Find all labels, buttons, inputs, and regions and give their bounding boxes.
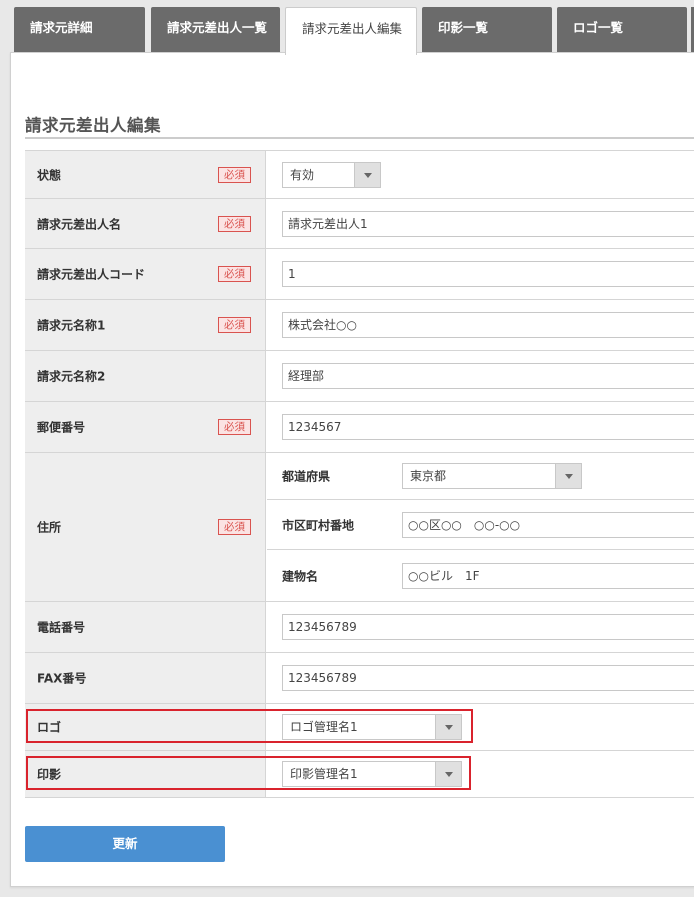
- name1-input[interactable]: 株式会社○○: [282, 312, 694, 338]
- city-label: 市区町村番地: [282, 518, 355, 532]
- row-fax: FAX番号 123456789: [25, 653, 694, 704]
- phone-label: 電話番号: [37, 620, 86, 635]
- chevron-down-icon: [435, 762, 461, 786]
- tab-sender-list[interactable]: 請求元差出人一覧: [151, 7, 280, 52]
- row-sender-code: 請求元差出人コード 必須 1: [25, 249, 694, 300]
- row-logo: ロゴ ロゴ管理名1: [25, 704, 694, 751]
- required-badge: 必須: [218, 266, 251, 282]
- fax-input[interactable]: 123456789: [282, 665, 694, 691]
- required-badge: 必須: [218, 419, 251, 435]
- fax-label: FAX番号: [37, 671, 87, 686]
- required-badge: 必須: [218, 317, 251, 333]
- tab-seal-list[interactable]: 印影一覧: [422, 7, 552, 52]
- chevron-down-icon: [354, 162, 380, 187]
- prefecture-label: 都道府県: [282, 469, 331, 484]
- row-address: 住所 必須 都道府県 東京都 市区町村番地 ○○区○○ ○○-○○ 建物名 ○○ビ…: [25, 453, 694, 602]
- row-name2: 請求元名称2 経理部: [25, 351, 694, 402]
- title-divider: [25, 137, 694, 139]
- sender-code-input[interactable]: 1: [282, 261, 694, 287]
- status-select[interactable]: 有効: [282, 161, 381, 188]
- city-subrow: 市区町村番地 ○○区○○ ○○-○○: [267, 500, 694, 550]
- name1-label: 請求元名称1: [37, 318, 106, 333]
- row-status: 状態 必須 有効: [25, 151, 694, 199]
- name2-input[interactable]: 経理部: [282, 363, 694, 389]
- name2-label: 請求元名称2: [37, 369, 106, 384]
- edit-form: 状態 必須 有効 請求元差出人名 必須 請求元差出人1 請求元差出人コード 必須 1 …: [25, 150, 694, 798]
- seal-label: 印影: [37, 767, 62, 782]
- city-input[interactable]: ○○区○○ ○○-○○: [402, 511, 694, 538]
- logo-select[interactable]: ロゴ管理名1: [282, 714, 462, 740]
- tab-sender-details[interactable]: 請求元詳細: [14, 7, 145, 52]
- required-badge: 必須: [218, 215, 251, 232]
- address-label: 住所: [37, 520, 62, 535]
- row-sender-name: 請求元差出人名 必須 請求元差出人1: [25, 199, 694, 249]
- chevron-down-icon: [555, 464, 581, 488]
- chevron-down-icon: [435, 715, 461, 739]
- required-badge: 必須: [218, 519, 251, 535]
- phone-input[interactable]: 123456789: [282, 614, 694, 640]
- row-name1: 請求元名称1 必須 株式会社○○: [25, 300, 694, 351]
- prefecture-select[interactable]: 東京都: [402, 463, 582, 489]
- row-phone: 電話番号 123456789: [25, 602, 694, 653]
- building-input[interactable]: ○○ビル 1F: [402, 563, 694, 589]
- sender-code-label: 請求元差出人コード: [37, 267, 146, 282]
- row-seal: 印影 印影管理名1: [25, 751, 694, 798]
- row-postal: 郵便番号 必須 1234567: [25, 402, 694, 453]
- tab-logo-list[interactable]: ロゴ一覧: [557, 7, 687, 52]
- status-label: 状態: [37, 168, 62, 182]
- tab-sender-edit[interactable]: 請求元差出人編集: [285, 7, 417, 55]
- building-label: 建物名: [282, 569, 319, 584]
- sender-name-label: 請求元差出人名: [37, 217, 122, 231]
- sender-name-input[interactable]: 請求元差出人1: [282, 210, 694, 237]
- building-subrow: 建物名 ○○ビル 1F: [267, 550, 694, 602]
- seal-select[interactable]: 印影管理名1: [282, 761, 462, 787]
- postal-input[interactable]: 1234567: [282, 414, 694, 440]
- update-button[interactable]: 更新: [25, 826, 225, 862]
- postal-label: 郵便番号: [37, 420, 86, 435]
- required-badge: 必須: [218, 166, 251, 183]
- prefecture-subrow: 都道府県 東京都: [267, 453, 694, 500]
- page-title: 請求元差出人編集: [25, 116, 161, 135]
- logo-label: ロゴ: [37, 720, 62, 735]
